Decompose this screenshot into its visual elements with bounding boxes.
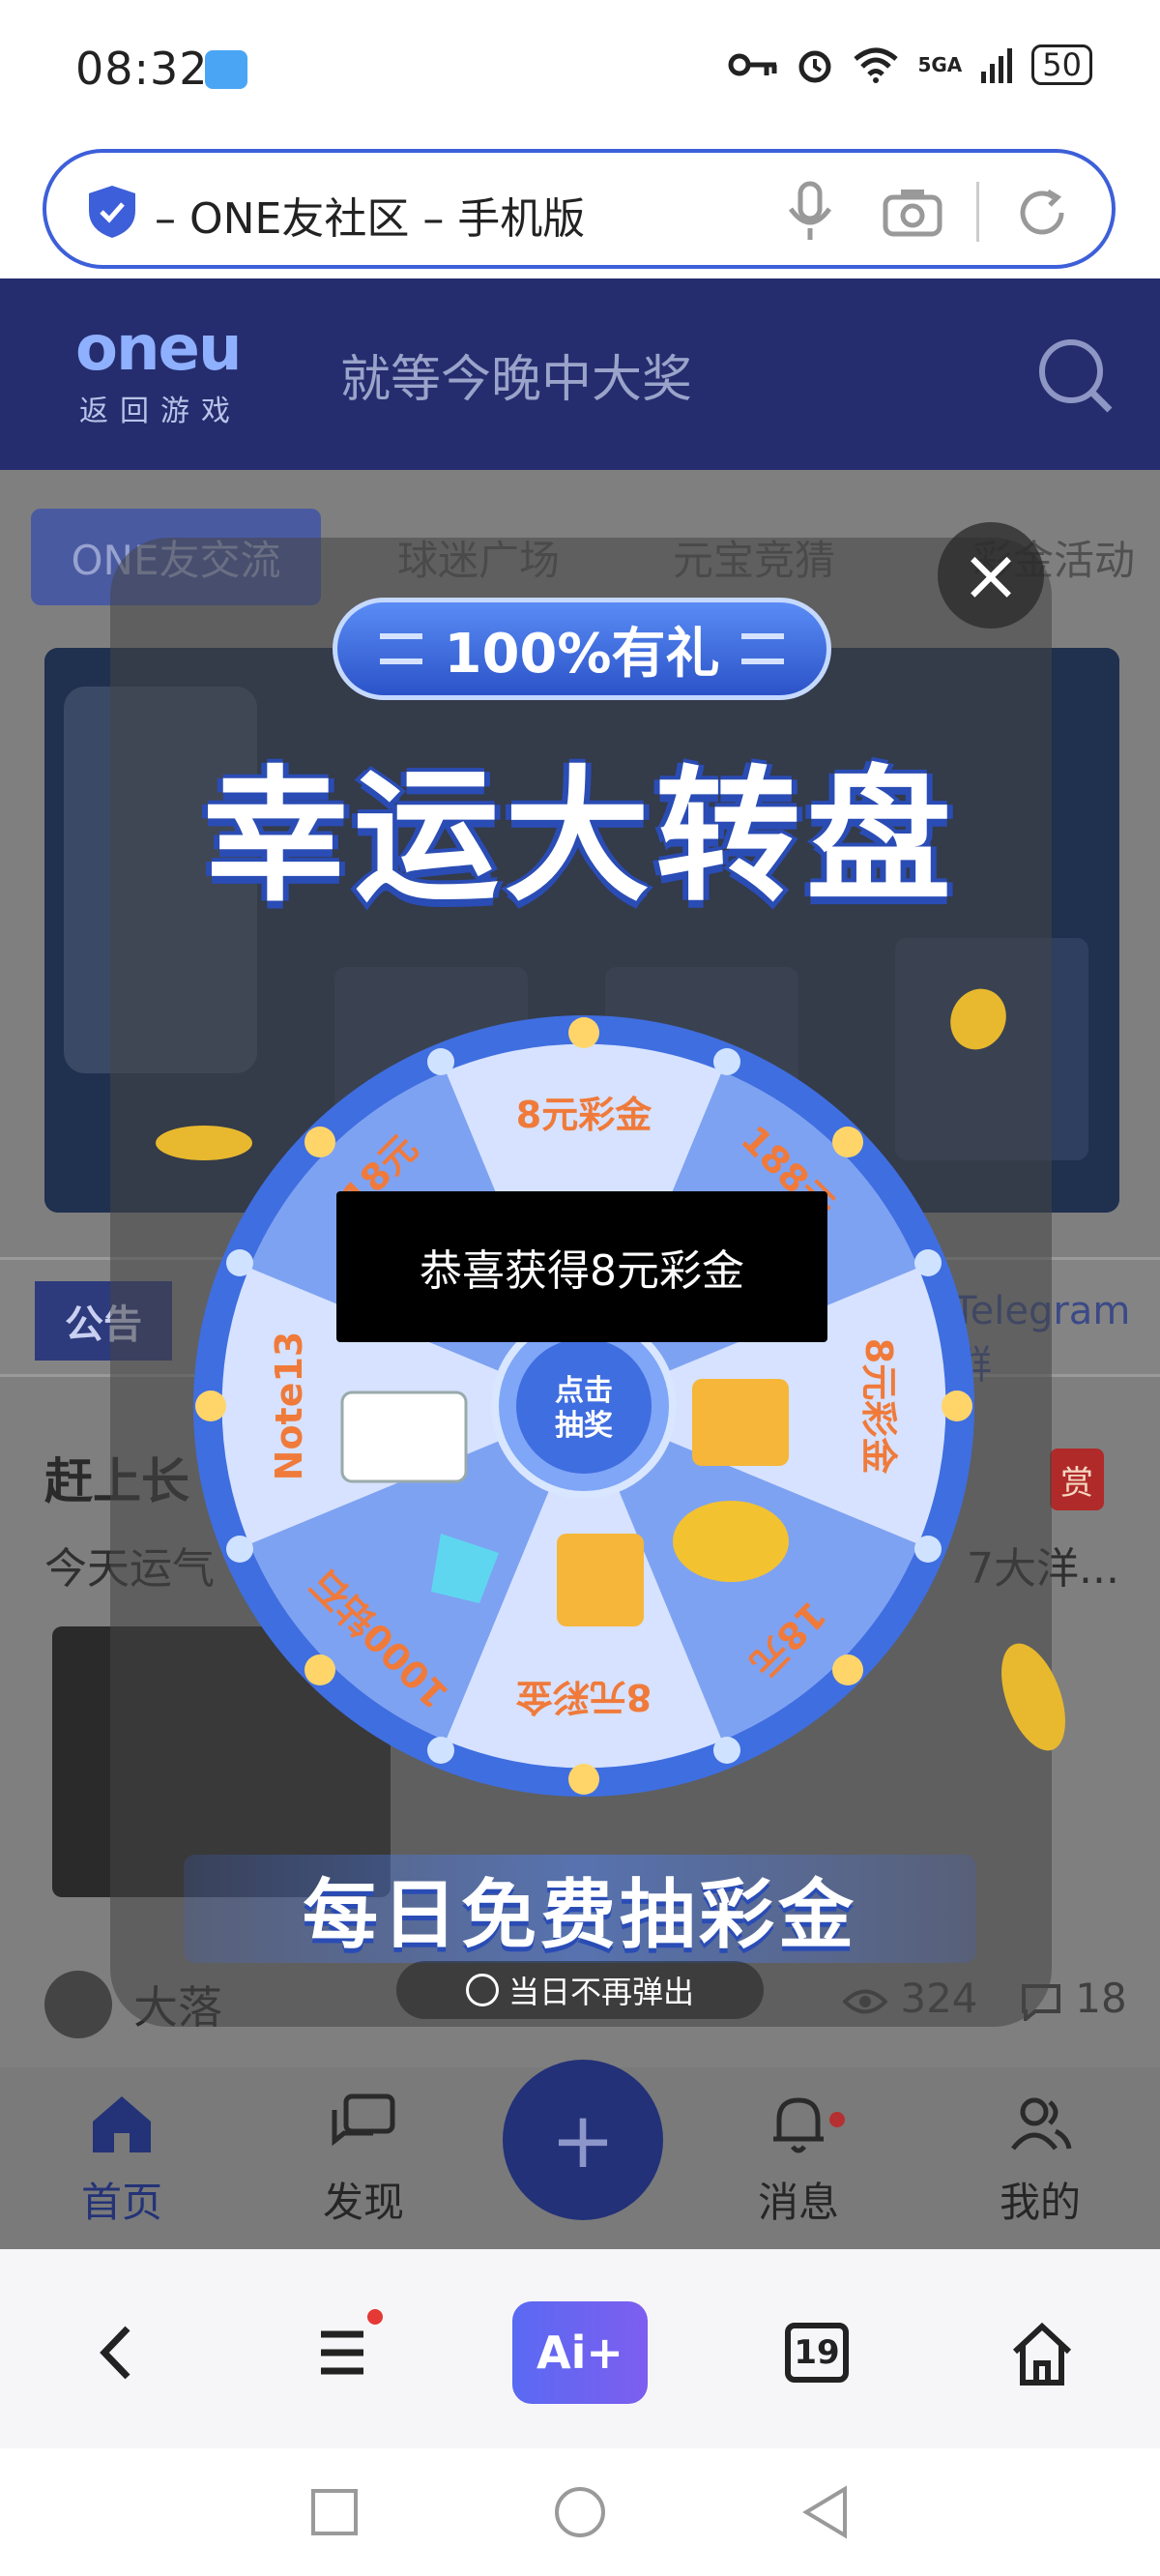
recents-icon[interactable] xyxy=(309,2487,360,2537)
key-icon xyxy=(728,53,777,76)
ai-assistant-button[interactable]: Ai+ xyxy=(512,2301,648,2404)
spin-button-label: 点击抽奖 xyxy=(555,1374,613,1443)
dont-show-label: 当日不再弹出 xyxy=(508,1974,694,2010)
dont-show-checkbox[interactable] xyxy=(465,1974,499,2006)
pill-deco-left xyxy=(380,633,423,664)
close-icon[interactable]: × xyxy=(938,522,1044,629)
nav-discover-label: 发现 xyxy=(322,2179,404,2226)
phone-prize-icon xyxy=(340,1390,468,1483)
site-header: oneu 返回游戏 就等今晚中大奖 xyxy=(0,278,1160,470)
home-icon[interactable] xyxy=(1007,2301,1077,2404)
address-bar[interactable]: – ONE友社区 – 手机版 xyxy=(43,149,1116,269)
wifi-icon xyxy=(854,47,899,83)
prize-wheel[interactable]: 8元彩金 188元 8元彩金 18元 8元彩金 1000钻石 Note13 18… xyxy=(189,1011,978,1800)
divider xyxy=(976,182,979,242)
home-circle-icon[interactable] xyxy=(553,2485,607,2539)
comments-count: 18 xyxy=(1075,1975,1127,2022)
nav-profile-label: 我的 xyxy=(999,2179,1081,2226)
status-icons: 5GA 50 xyxy=(728,44,1092,85)
search-icon[interactable] xyxy=(1036,337,1116,416)
battery-indicator: 50 xyxy=(1031,44,1092,85)
coupon-icon-2 xyxy=(692,1379,789,1466)
notification-dot xyxy=(829,2112,845,2127)
chat-icon xyxy=(332,2093,395,2147)
nav-messages[interactable]: 消息 xyxy=(721,2089,876,2229)
coin-icon xyxy=(950,988,1006,1050)
coin-icon-3 xyxy=(1001,1643,1065,1751)
back-triangle-icon[interactable] xyxy=(800,2485,851,2539)
coin-icon-2 xyxy=(156,1126,252,1160)
nav-home[interactable]: 首页 xyxy=(44,2089,199,2229)
microphone-icon[interactable] xyxy=(781,180,839,242)
browser-toolbar: Ai+ 19 xyxy=(0,2249,1160,2448)
segment-label-4: 8元彩金 xyxy=(515,1676,652,1718)
status-bar: 08:32 5GA 50 xyxy=(0,0,1160,135)
status-time: 08:32 xyxy=(75,43,209,95)
home-icon xyxy=(93,2096,151,2152)
user-icon xyxy=(1011,2097,1072,2151)
reload-icon[interactable] xyxy=(1013,184,1071,242)
weather-icon xyxy=(205,50,247,89)
tabs-count-button[interactable]: 19 xyxy=(785,2323,849,2383)
segment-label-2: 8元彩金 xyxy=(857,1338,900,1475)
nav-messages-label: 消息 xyxy=(757,2179,839,2226)
bottom-nav: 首页 发现 + 消息 我的 xyxy=(0,2060,1160,2249)
site-logo[interactable]: oneu xyxy=(75,313,242,385)
gold-ingot-icon xyxy=(673,1501,789,1582)
nav-discover[interactable]: 发现 xyxy=(286,2089,441,2229)
gift-pill: 100%有礼 xyxy=(333,598,831,700)
segment-label-6: Note13 xyxy=(268,1332,310,1481)
pill-deco-right xyxy=(740,633,784,664)
site-slogan: 就等今晚中大奖 xyxy=(340,351,693,409)
segment-label-0: 8元彩金 xyxy=(516,1094,652,1136)
dont-show-today[interactable]: 当日不再弹出 xyxy=(396,1961,764,2019)
bell-icon xyxy=(773,2097,824,2153)
pill-label: 100%有礼 xyxy=(444,622,720,686)
avatar[interactable] xyxy=(44,1971,112,2038)
camera-icon[interactable] xyxy=(882,184,943,238)
alarm-icon xyxy=(798,50,831,83)
back-icon[interactable] xyxy=(81,2301,151,2404)
daily-free-banner: 每日免费抽彩金 xyxy=(184,1855,976,1963)
wheel-headline: 幸运大转盘 xyxy=(202,753,957,922)
create-post-button[interactable]: + xyxy=(503,2060,663,2220)
signal-icon xyxy=(981,48,1013,83)
coupon-icon xyxy=(557,1534,644,1626)
network-label: 5GA xyxy=(917,53,963,76)
reward-badge: 赏 xyxy=(1050,1449,1104,1510)
system-nav-bar xyxy=(0,2448,1160,2576)
prize-toast: 恭喜获得8元彩金 xyxy=(336,1191,827,1342)
nav-profile[interactable]: 我的 xyxy=(963,2089,1117,2229)
shield-icon xyxy=(89,186,135,238)
page-title: – ONE友社区 – 手机版 xyxy=(155,194,586,244)
nav-home-label: 首页 xyxy=(80,2179,162,2226)
back-to-game-link[interactable]: 返回游戏 xyxy=(79,387,242,429)
menu-notification-dot xyxy=(367,2309,383,2325)
